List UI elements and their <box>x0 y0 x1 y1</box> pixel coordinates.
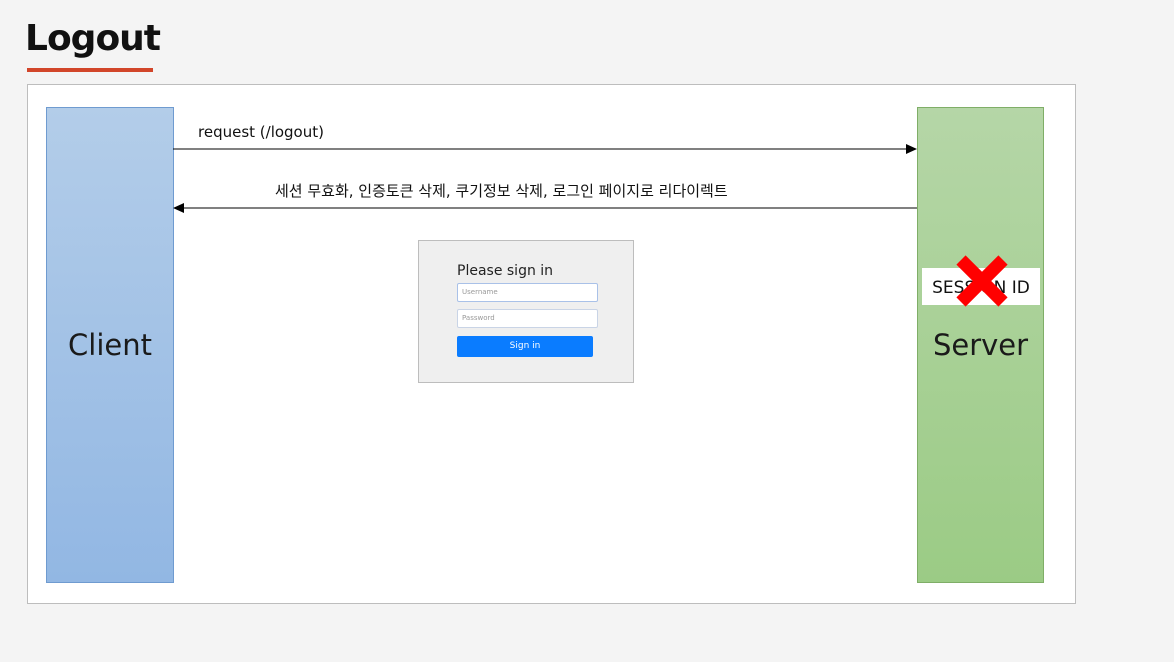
request-message: request (/logout) <box>198 123 324 141</box>
signin-title: Please sign in <box>457 263 554 279</box>
signin-form-screenshot: Please sign in Username Password Sign in <box>418 240 634 383</box>
signin-button: Sign in <box>457 336 593 357</box>
x-mark-icon <box>956 255 1008 307</box>
request-arrow <box>173 144 917 154</box>
response-message: 세션 무효화, 인증토큰 삭제, 쿠기정보 삭제, 로그인 페이지로 리다이렉트 <box>275 182 728 200</box>
username-field: Username <box>457 283 598 302</box>
response-arrow <box>173 203 917 213</box>
password-field: Password <box>457 309 598 328</box>
